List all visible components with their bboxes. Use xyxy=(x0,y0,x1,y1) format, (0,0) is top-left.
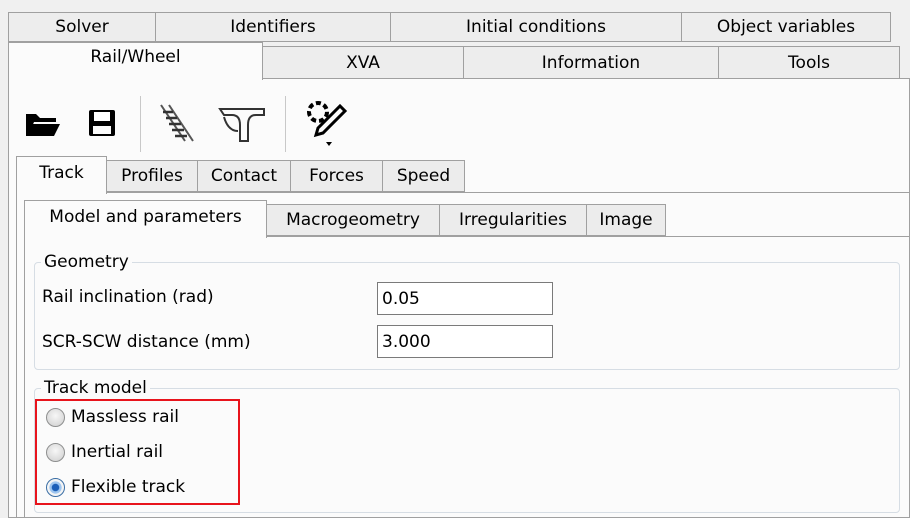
scr-scw-distance-value: 3.000 xyxy=(382,331,431,352)
tab-label: Rail/Wheel xyxy=(90,47,181,67)
tab-profiles[interactable]: Profiles xyxy=(106,160,198,192)
tab-label: Profiles xyxy=(121,166,183,186)
tab-track[interactable]: Track xyxy=(16,156,107,194)
tab-irregularities[interactable]: Irregularities xyxy=(439,204,587,236)
tab-information[interactable]: Information xyxy=(463,46,719,80)
tab-label: Irregularities xyxy=(459,210,567,230)
radio-massless-rail[interactable]: Massless rail xyxy=(46,407,179,427)
tab-label: Track xyxy=(39,163,84,183)
toolbar-separator xyxy=(285,96,286,152)
radio-label: Inertial rail xyxy=(71,442,164,462)
scr-scw-distance-input[interactable]: 3.000 xyxy=(377,325,553,358)
rail-inclination-value: 0.05 xyxy=(382,288,420,309)
tab-label: XVA xyxy=(346,53,380,73)
radio-button[interactable] xyxy=(46,407,65,427)
rail-inclination-label: Rail inclination (rad) xyxy=(42,287,214,307)
tab-rail-wheel[interactable]: Rail/Wheel xyxy=(8,42,263,80)
geometry-group-title: Geometry xyxy=(41,253,132,271)
tab-label: Model and parameters xyxy=(49,207,242,227)
tab-tools[interactable]: Tools xyxy=(718,46,900,80)
tab-object-variables[interactable]: Object variables xyxy=(681,12,891,42)
tab-contact[interactable]: Contact xyxy=(197,160,291,192)
tab-label: Tools xyxy=(788,53,830,73)
tab-xva[interactable]: XVA xyxy=(262,46,464,80)
wheel-profile-icon[interactable] xyxy=(214,100,270,146)
tab-speed[interactable]: Speed xyxy=(382,160,465,192)
tab-image[interactable]: Image xyxy=(586,204,666,236)
tab-label: Speed xyxy=(396,166,451,186)
tab-initial-conditions[interactable]: Initial conditions xyxy=(390,12,682,42)
radio-label: Flexible track xyxy=(71,477,186,497)
tab-label: Image xyxy=(599,210,653,230)
tab-model-and-parameters[interactable]: Model and parameters xyxy=(24,200,267,238)
tab-label: Forces xyxy=(309,166,364,186)
radio-label: Massless rail xyxy=(71,407,179,427)
tab-label: Contact xyxy=(210,166,278,186)
tab-label: Object variables xyxy=(716,17,856,37)
tab-solver[interactable]: Solver xyxy=(8,12,156,42)
radio-button-selected[interactable] xyxy=(46,477,65,497)
toolbar-separator xyxy=(140,96,141,152)
scr-scw-distance-label: SCR-SCW distance (mm) xyxy=(42,332,251,352)
save-icon[interactable] xyxy=(82,102,122,144)
tab-label: Identifiers xyxy=(230,17,316,37)
tab-label: Initial conditions xyxy=(466,17,606,37)
tab-label: Solver xyxy=(55,17,109,37)
open-folder-icon[interactable] xyxy=(22,102,64,144)
tab-forces[interactable]: Forces xyxy=(290,160,383,192)
track-model-group-title: Track model xyxy=(41,379,150,397)
radio-button[interactable] xyxy=(46,442,65,462)
radio-inertial-rail[interactable]: Inertial rail xyxy=(46,442,163,462)
rail-inclination-input[interactable]: 0.05 xyxy=(377,282,553,315)
tab-label: Macrogeometry xyxy=(286,210,420,230)
tab-identifiers[interactable]: Identifiers xyxy=(155,12,391,42)
settings-edit-icon[interactable] xyxy=(300,96,352,150)
radio-flexible-track[interactable]: Flexible track xyxy=(46,477,185,497)
tab-label: Information xyxy=(541,53,641,73)
tab-macrogeometry[interactable]: Macrogeometry xyxy=(266,204,440,236)
track-icon[interactable] xyxy=(154,100,198,146)
